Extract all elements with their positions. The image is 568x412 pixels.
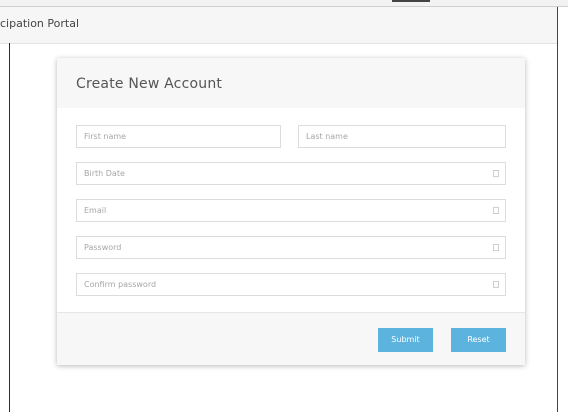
- lock-icon: [493, 244, 499, 251]
- birth-date-field: [76, 162, 506, 185]
- confirm-password-input[interactable]: [77, 274, 505, 295]
- calendar-icon[interactable]: [493, 170, 499, 177]
- right-frame-line: [557, 7, 558, 412]
- lock-icon: [493, 281, 499, 288]
- app-header: cipation Portal: [0, 7, 558, 44]
- create-account-card: Create New Account Submit Reset: [57, 58, 525, 365]
- first-name-field: [76, 125, 281, 148]
- confirm-password-field: [76, 273, 506, 296]
- submit-button[interactable]: Submit: [378, 328, 433, 352]
- email-field: [76, 199, 506, 222]
- birth-date-input[interactable]: [77, 163, 505, 184]
- password-input[interactable]: [77, 237, 505, 258]
- last-name-input[interactable]: [299, 126, 505, 147]
- top-edge-segment: [392, 0, 430, 2]
- card-footer: Submit Reset: [57, 312, 525, 365]
- reset-button[interactable]: Reset: [451, 328, 506, 352]
- card-title: Create New Account: [76, 76, 223, 92]
- last-name-field: [298, 125, 506, 148]
- app-title: cipation Portal: [0, 17, 79, 30]
- top-edge-bar: [0, 0, 568, 7]
- first-name-input[interactable]: [77, 126, 280, 147]
- password-field: [76, 236, 506, 259]
- email-icon: [493, 207, 499, 214]
- email-input[interactable]: [77, 200, 505, 221]
- page: cipation Portal Create New Account First…: [0, 0, 568, 412]
- left-frame-line: [9, 43, 10, 412]
- card-header: Create New Account: [57, 58, 525, 108]
